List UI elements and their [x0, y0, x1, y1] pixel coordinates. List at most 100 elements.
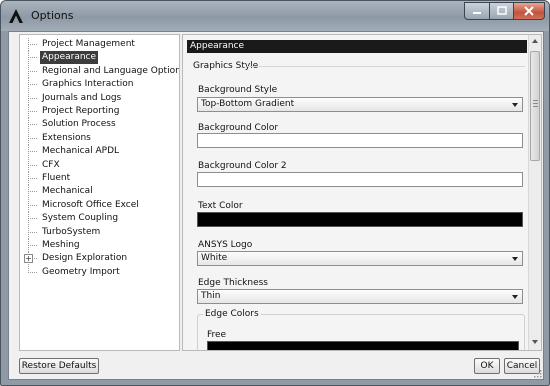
tree-guide-line	[28, 84, 37, 86]
edge-colors-group-title: Edge Colors	[203, 309, 261, 319]
title-bar[interactable]: Options	[1, 1, 549, 31]
tree-item[interactable]: Fluent	[20, 172, 179, 185]
scroll-down-icon[interactable]	[532, 340, 538, 344]
free-edge-label: Free	[207, 330, 227, 340]
tree-guide-line	[28, 178, 37, 179]
tree-item-label: Journals and Logs	[42, 92, 122, 103]
tree-guide-line	[28, 70, 37, 72]
tree-item-label: Project Reporting	[42, 106, 120, 116]
tree-item-label: Project Management	[42, 39, 135, 49]
background-style-value: Top-Bottom Gradient	[201, 99, 295, 109]
tree-guide-line	[28, 231, 37, 233]
tree-item[interactable]: Meshing	[20, 239, 179, 252]
tree-item-label: Mechanical APDL	[42, 146, 120, 157]
restore-defaults-button[interactable]: Restore Defaults	[19, 358, 99, 374]
free-edge-color-swatch[interactable]	[207, 341, 519, 350]
tree-item-label: Mechanical	[42, 186, 93, 197]
tree-guide-line	[28, 218, 37, 220]
tree-item[interactable]: Mechanical	[20, 185, 179, 199]
tree-item-label: Solution Process	[42, 119, 116, 130]
tree-item[interactable]: Project Management	[20, 38, 179, 51]
close-icon	[524, 6, 534, 16]
tree-item[interactable]: Regional and Language Options	[20, 64, 180, 78]
tree-item[interactable]: Journals and Logs	[20, 91, 179, 105]
tree-item[interactable]: Project Reporting	[20, 105, 179, 118]
tree-item[interactable]: Solution Process	[20, 118, 179, 132]
grip-line	[533, 106, 538, 107]
close-button[interactable]	[513, 2, 545, 20]
background-color2-label: Background Color 2	[198, 161, 287, 171]
ansys-logo-dropdown[interactable]: White	[197, 251, 523, 266]
tree-guide-line	[28, 44, 37, 45]
settings-panel: Appearance Graphics Style Background Sty…	[182, 34, 542, 351]
background-color-label: Background Color	[198, 123, 279, 133]
tree-guide-line	[28, 124, 37, 126]
panel-scrollbar[interactable]	[528, 35, 541, 350]
tree-item[interactable]: Microsoft Office Excel	[20, 198, 179, 212]
group-divider	[247, 66, 525, 67]
expand-icon[interactable]: +	[24, 254, 33, 264]
tree-item-label: Graphics Interaction	[42, 79, 134, 90]
tree-item[interactable]: System Coupling	[20, 212, 179, 226]
chevron-down-icon	[512, 295, 518, 299]
scrollbar-thumb[interactable]	[530, 51, 540, 161]
tree-item[interactable]: Appearance	[20, 51, 179, 65]
tree-item-label: CFX	[42, 159, 60, 170]
background-style-label: Background Style	[198, 85, 278, 95]
tree-guide-line	[28, 191, 37, 193]
ansys-logo-value: White	[201, 253, 228, 263]
tree-item-label: Design Exploration	[42, 253, 128, 264]
tree-item-label: Geometry Import	[42, 266, 120, 277]
maximize-button[interactable]	[489, 2, 514, 20]
tree-item[interactable]: Mechanical APDL	[20, 145, 179, 159]
ok-button[interactable]: OK	[474, 358, 500, 374]
edge-thickness-label: Edge Thickness	[198, 278, 268, 288]
options-tree: Project Management Appearance Regional and…	[19, 34, 180, 351]
tree-guide-line	[28, 204, 37, 206]
tree-item-label: System Coupling	[42, 213, 119, 224]
tree-item[interactable]: Graphics Interaction	[20, 78, 179, 92]
chevron-down-icon	[512, 257, 518, 261]
tree-item[interactable]: Geometry Import	[20, 265, 179, 279]
tree-guide-line	[28, 151, 37, 153]
tree-item-label: TurboSystem	[42, 226, 101, 237]
background-color2-swatch[interactable]	[197, 172, 523, 187]
tree-item-label: Microsoft Office Excel	[42, 199, 139, 210]
options-dialog: Options Project Management Appearance Regi…	[0, 0, 550, 386]
tree-item[interactable]: CFX	[20, 158, 179, 172]
tree-item-label: Extensions	[42, 132, 91, 143]
scroll-up-icon[interactable]	[532, 39, 538, 43]
edge-thickness-value: Thin	[201, 291, 221, 301]
background-style-dropdown[interactable]: Top-Bottom Gradient	[197, 97, 523, 112]
minimize-icon	[473, 12, 481, 14]
tree-guide-line	[28, 97, 37, 99]
edge-thickness-dropdown[interactable]: Thin	[197, 289, 523, 304]
panel-header: Appearance	[187, 40, 527, 53]
ansys-logo-icon	[9, 9, 23, 23]
dialog-client-area: Project Management Appearance Regional and…	[8, 31, 544, 380]
tree-item[interactable]: TurboSystem	[20, 225, 179, 239]
tree-guide-line	[28, 164, 37, 166]
text-color-swatch[interactable]	[197, 212, 523, 227]
grip-line	[533, 103, 538, 104]
tree-item-label: Regional and Language Options	[42, 65, 180, 76]
tree-item-label: Fluent	[42, 173, 71, 183]
background-color-swatch[interactable]	[197, 133, 523, 148]
window-title: Options	[31, 9, 74, 22]
ansys-logo-label: ANSYS Logo	[198, 240, 253, 250]
tree-item-label: Appearance	[40, 51, 99, 65]
tree-guide-line	[28, 111, 37, 112]
maximize-icon	[496, 6, 507, 15]
minimize-button[interactable]	[464, 2, 490, 20]
tree-item[interactable]: + Design Exploration	[20, 252, 179, 266]
resize-grip-icon[interactable]	[534, 370, 542, 378]
tree-guide-line	[28, 57, 37, 59]
tree-item-label: Meshing	[42, 240, 80, 250]
text-color-label: Text Color	[198, 201, 243, 211]
grip-line	[533, 100, 538, 101]
tree-guide-line	[28, 137, 37, 139]
tree-guide-line	[28, 271, 37, 273]
chevron-down-icon	[512, 103, 518, 107]
tree-guide-line	[28, 245, 37, 246]
tree-item[interactable]: Extensions	[20, 131, 179, 145]
